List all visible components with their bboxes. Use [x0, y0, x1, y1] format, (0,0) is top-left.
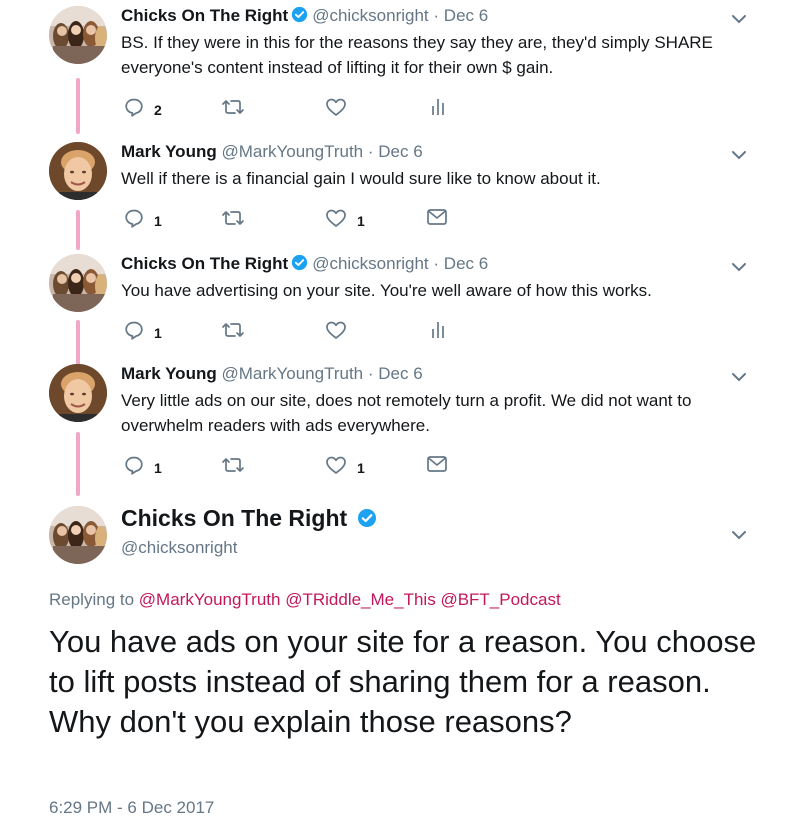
- tweet-header: Chicks On The Right @chicksonright · Dec …: [121, 6, 488, 28]
- replying-to-label: Replying to: [49, 590, 135, 609]
- verified-badge-icon: [291, 6, 308, 28]
- chevron-down-icon[interactable]: [730, 370, 748, 388]
- retweet-button[interactable]: [221, 320, 245, 345]
- like-button[interactable]: 1: [325, 455, 365, 480]
- reply-button[interactable]: 2: [124, 97, 162, 122]
- thread-tweet[interactable]: Chicks On The Right @chicksonright · Dec …: [0, 248, 799, 368]
- mail-icon: [426, 208, 448, 231]
- tweet-timestamp[interactable]: 6:29 PM - 6 Dec 2017: [49, 798, 214, 818]
- retweet-button[interactable]: [221, 97, 245, 122]
- heart-icon: [325, 97, 347, 122]
- retweet-icon: [221, 97, 245, 122]
- reply-button[interactable]: 1: [124, 455, 162, 480]
- thread-tweet[interactable]: Chicks On The Right @chicksonright · Dec …: [0, 0, 799, 120]
- thread-tweet[interactable]: Mark Young @MarkYoungTruth · Dec 6 Very …: [0, 358, 799, 478]
- reply-count: 2: [154, 101, 162, 118]
- verified-badge-icon: [291, 254, 308, 276]
- main-author-name-text[interactable]: Chicks On The Right: [121, 505, 347, 531]
- mail-icon: [426, 455, 448, 478]
- like-button[interactable]: [325, 97, 347, 122]
- reply-icon: [124, 320, 144, 345]
- retweet-button[interactable]: [221, 455, 245, 480]
- reply-icon: [124, 97, 144, 122]
- retweet-icon: [221, 208, 245, 233]
- author-name[interactable]: Chicks On The Right: [121, 6, 288, 25]
- reply-icon: [124, 455, 144, 480]
- author-handle[interactable]: @chicksonright: [312, 6, 428, 25]
- author-handle[interactable]: @MarkYoungTruth: [221, 142, 363, 161]
- mail-button[interactable]: [426, 455, 448, 478]
- mark-avatar[interactable]: [49, 142, 107, 200]
- chicks-avatar[interactable]: [49, 6, 107, 64]
- tweet-text: You have advertising on your site. You'r…: [121, 281, 652, 300]
- separator-dot: ·: [433, 6, 440, 25]
- main-author-handle[interactable]: @chicksonright: [121, 538, 237, 558]
- reply-count: 1: [154, 459, 162, 476]
- heart-icon: [325, 208, 347, 233]
- tweet-header: Mark Young @MarkYoungTruth · Dec 6: [121, 364, 423, 384]
- author-handle[interactable]: @MarkYoungTruth: [221, 364, 363, 383]
- separator-dot: ·: [367, 142, 374, 161]
- reply-button[interactable]: 1: [124, 320, 162, 345]
- heart-icon: [325, 455, 347, 480]
- main-tweet-text: You have ads on your site for a reason. …: [49, 624, 757, 739]
- reply-icon: [124, 208, 144, 233]
- heart-icon: [325, 320, 347, 345]
- separator-dot: ·: [367, 364, 374, 383]
- like-count: 1: [357, 212, 365, 229]
- analytics-icon: [428, 97, 448, 122]
- tweet-text: Well if there is a financial gain I woul…: [121, 169, 601, 188]
- tweet-date[interactable]: Dec 6: [378, 142, 422, 161]
- mention-link[interactable]: @TRiddle_Me_This: [285, 590, 435, 609]
- mention-link[interactable]: @MarkYoungTruth: [139, 590, 281, 609]
- chevron-down-icon[interactable]: [730, 260, 748, 278]
- chevron-down-icon[interactable]: [730, 12, 748, 30]
- mention-link[interactable]: @BFT_Podcast: [440, 590, 560, 609]
- separator-dot: ·: [433, 254, 440, 273]
- author-handle[interactable]: @chicksonright: [312, 254, 428, 273]
- tweet-date[interactable]: Dec 6: [444, 6, 488, 25]
- tweet-header: Chicks On The Right @chicksonright · Dec …: [121, 254, 488, 276]
- analytics-icon: [428, 320, 448, 345]
- like-count: 1: [357, 459, 365, 476]
- chicks-avatar[interactable]: [49, 506, 107, 564]
- tweet-text: Very little ads on our site, does not re…: [121, 391, 692, 435]
- retweet-icon: [221, 320, 245, 345]
- tweet-date[interactable]: Dec 6: [378, 364, 422, 383]
- verified-badge-icon: [357, 507, 377, 534]
- author-name[interactable]: Mark Young: [121, 142, 217, 161]
- like-button[interactable]: 1: [325, 208, 365, 233]
- analytics-button[interactable]: [428, 320, 448, 345]
- author-name[interactable]: Mark Young: [121, 364, 217, 383]
- tweet-header: Mark Young @MarkYoungTruth · Dec 6: [121, 142, 423, 162]
- chevron-down-icon[interactable]: [730, 528, 748, 546]
- analytics-button[interactable]: [428, 97, 448, 122]
- mark-avatar[interactable]: [49, 364, 107, 422]
- reply-count: 1: [154, 212, 162, 229]
- reply-count: 1: [154, 324, 162, 341]
- chevron-down-icon[interactable]: [730, 148, 748, 166]
- reply-button[interactable]: 1: [124, 208, 162, 233]
- thread-tweet[interactable]: Mark Young @MarkYoungTruth · Dec 6 Well …: [0, 136, 799, 256]
- author-name[interactable]: Chicks On The Right: [121, 254, 288, 273]
- retweet-button[interactable]: [221, 208, 245, 233]
- retweet-icon: [221, 455, 245, 480]
- main-author-name[interactable]: Chicks On The Right: [121, 505, 381, 534]
- like-button[interactable]: [325, 320, 347, 345]
- mail-button[interactable]: [426, 208, 448, 231]
- tweet-text: BS. If they were in this for the reasons…: [121, 33, 713, 77]
- chicks-avatar[interactable]: [49, 254, 107, 312]
- tweet-date[interactable]: Dec 6: [444, 254, 488, 273]
- replying-to: Replying to @MarkYoungTruth @TRiddle_Me_…: [49, 590, 561, 610]
